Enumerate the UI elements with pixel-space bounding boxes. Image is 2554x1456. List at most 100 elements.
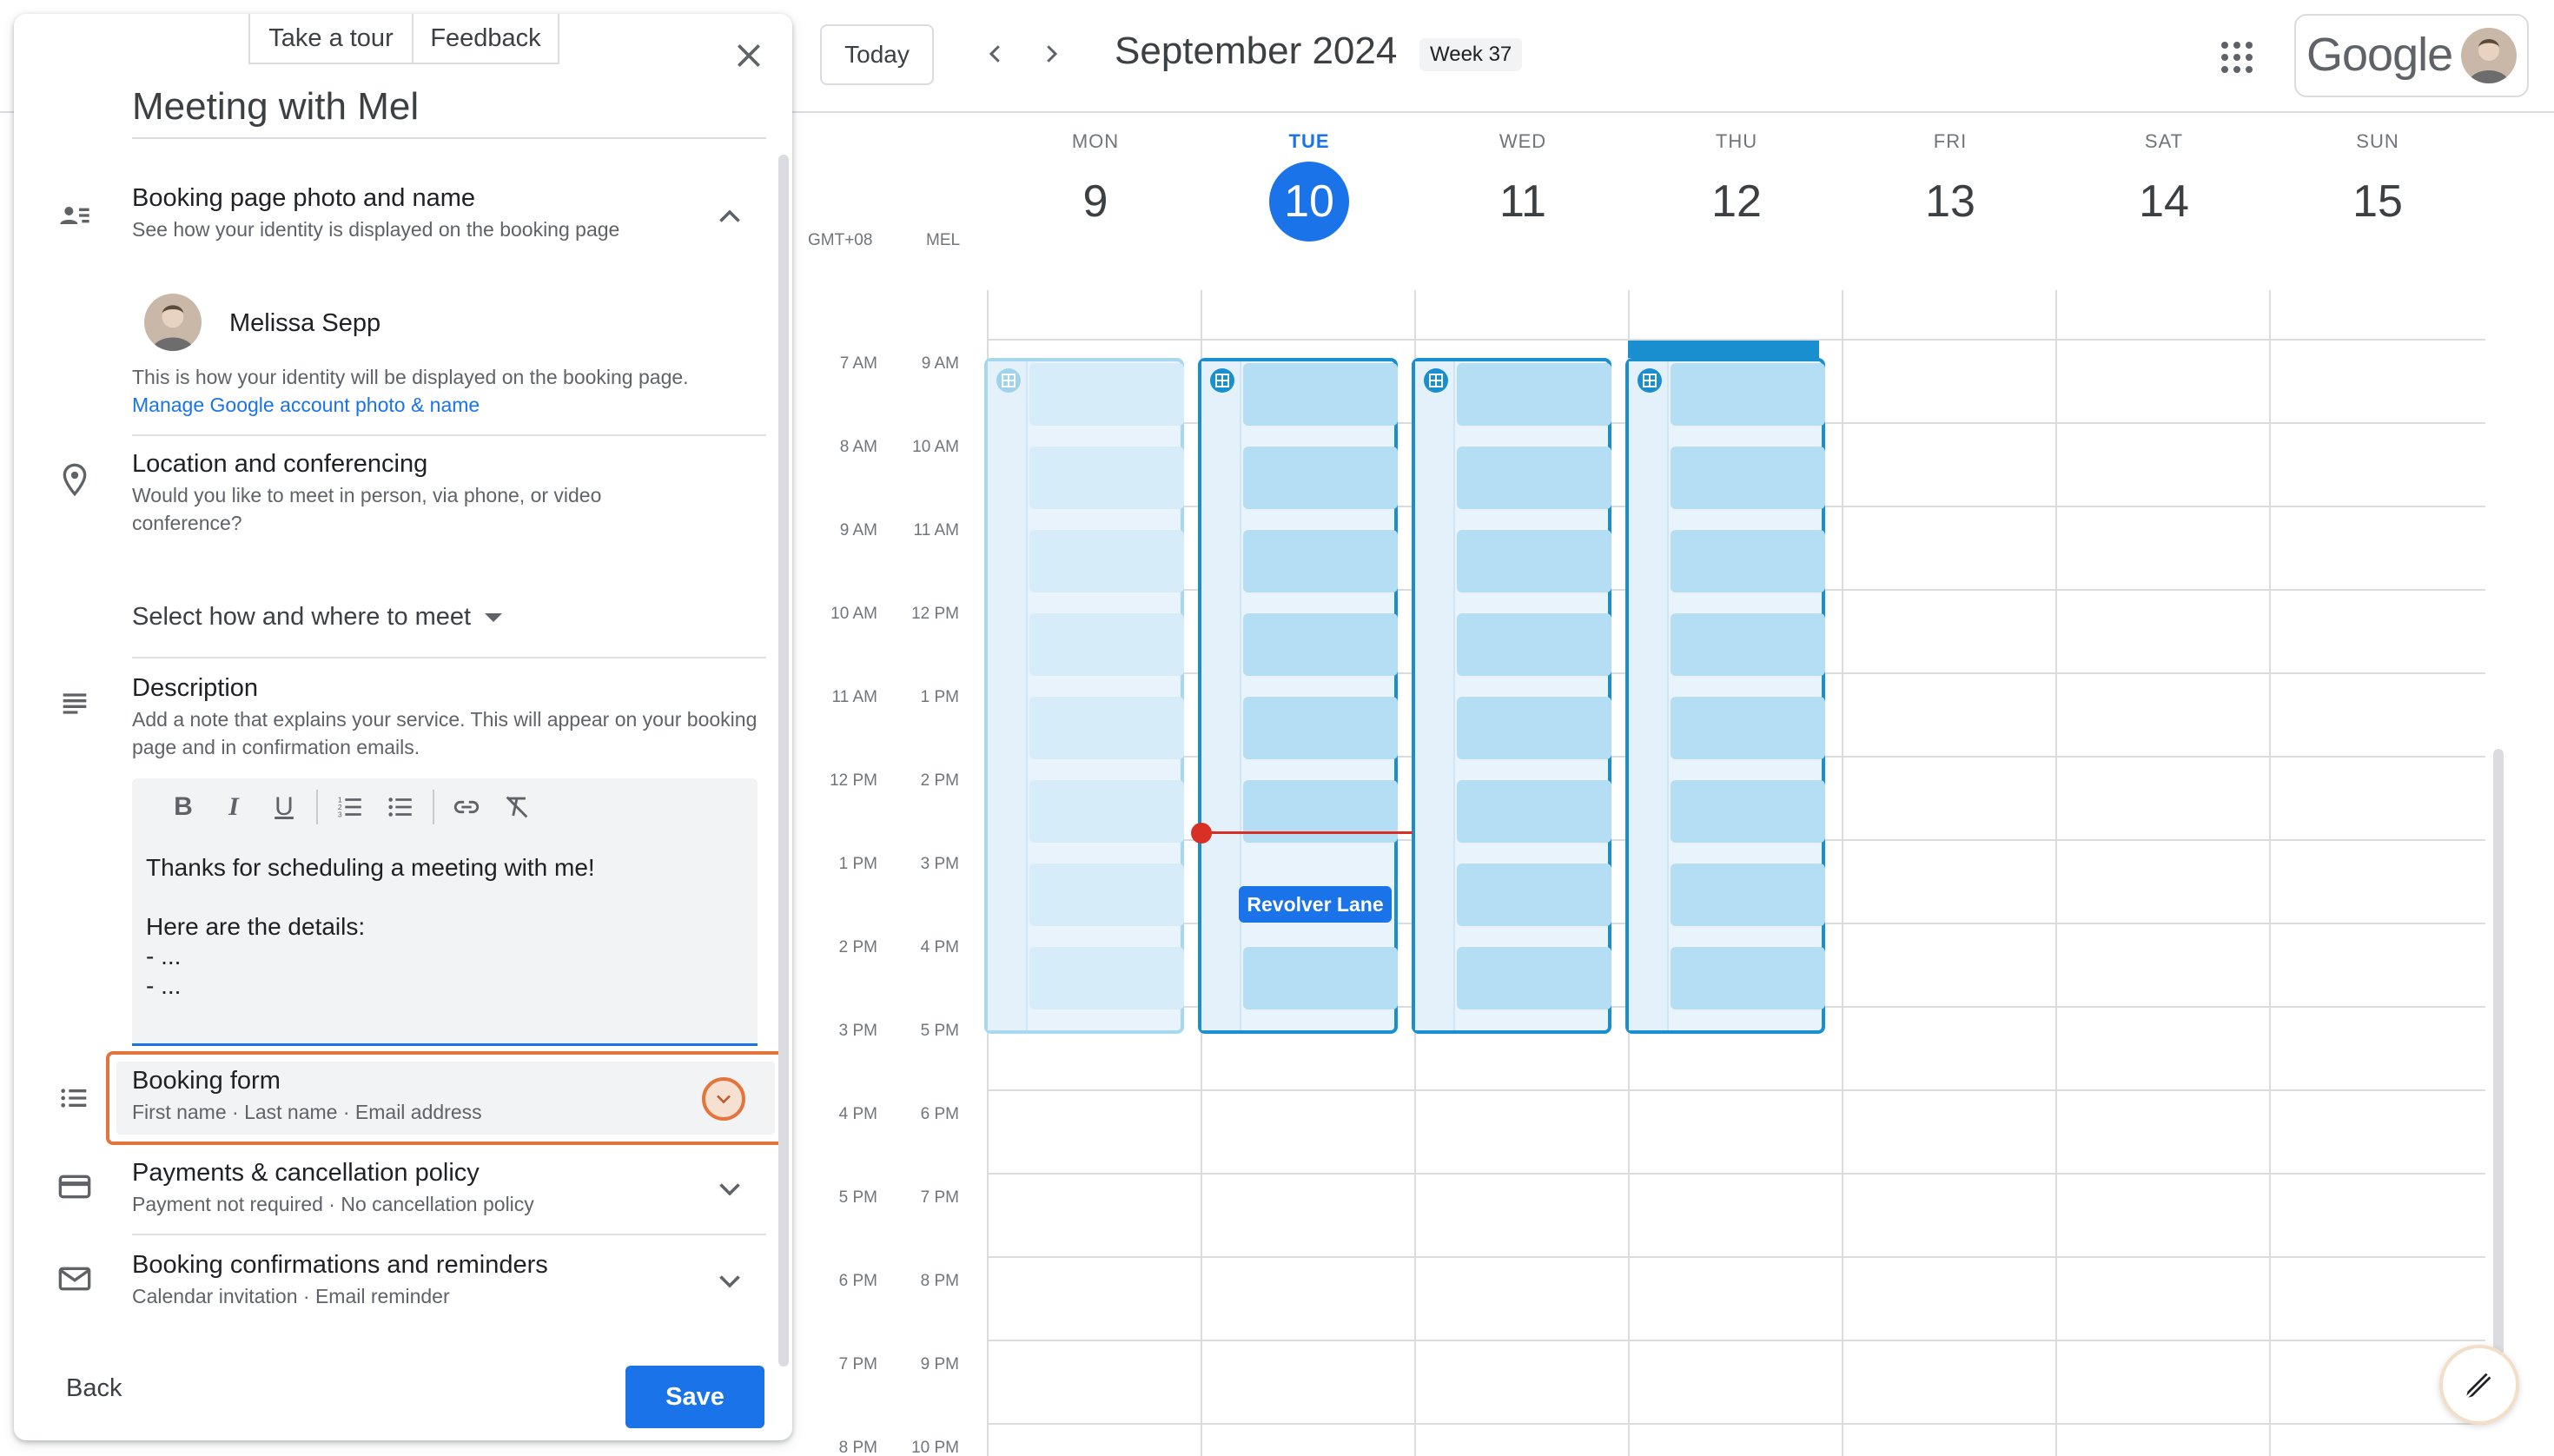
- chevron-up-icon: [719, 209, 740, 222]
- expand-confirmations-section[interactable]: [714, 1265, 745, 1296]
- mail-icon: [57, 1261, 92, 1296]
- expand-payments-section[interactable]: [714, 1173, 745, 1204]
- month-title: September 2024: [1115, 30, 1398, 72]
- time-label-local: 1 PM: [838, 855, 877, 873]
- available-slot[interactable]: [1671, 613, 1825, 676]
- available-slot[interactable]: [1243, 363, 1398, 426]
- close-panel-button[interactable]: [731, 38, 766, 73]
- available-slot[interactable]: [1671, 780, 1825, 843]
- editor-toolbar: B I U 123: [132, 778, 542, 836]
- time-label-mel: 12 PM: [911, 605, 959, 623]
- availability-block-thu[interactable]: [1625, 358, 1825, 1034]
- location-pin-icon: [57, 462, 92, 497]
- day-header-sun[interactable]: SUN 15: [2271, 130, 2485, 242]
- italic-icon[interactable]: I: [208, 785, 259, 829]
- apps-grid-icon[interactable]: [2216, 36, 2258, 78]
- today-button[interactable]: Today: [820, 24, 934, 85]
- description-editor[interactable]: B I U 123 Thanks for scheduling a meetin…: [132, 778, 758, 1046]
- section-title-booking-form: Booking form: [132, 1067, 281, 1095]
- hour-line: [987, 1340, 2485, 1341]
- available-slot[interactable]: [1457, 780, 1611, 843]
- available-slot[interactable]: [1243, 530, 1398, 592]
- time-label-local: 8 PM: [838, 1439, 877, 1456]
- panel-scrollbar[interactable]: [778, 155, 789, 1367]
- section-subtitle-location: Would you like to meet in person, via ph…: [132, 484, 602, 534]
- available-slot[interactable]: [1457, 697, 1611, 759]
- section-subtitle-photo: See how your identity is displayed on th…: [132, 218, 620, 241]
- available-slot[interactable]: [1457, 864, 1611, 926]
- available-slot[interactable]: [1029, 363, 1184, 426]
- bold-icon[interactable]: B: [158, 785, 208, 829]
- description-text[interactable]: Thanks for scheduling a meeting with me!…: [146, 853, 595, 1001]
- availability-block-wed[interactable]: [1412, 358, 1611, 1034]
- available-slot[interactable]: [1243, 447, 1398, 509]
- time-label-local: 11 AM: [831, 688, 877, 706]
- available-slot[interactable]: [1029, 613, 1184, 676]
- save-button[interactable]: Save: [625, 1366, 764, 1428]
- availability-block-mon[interactable]: [984, 358, 1184, 1034]
- dropdown-caret-icon: [485, 612, 503, 622]
- available-slot[interactable]: [1457, 530, 1611, 592]
- available-slot[interactable]: [1243, 613, 1398, 676]
- chevron-down-icon: [719, 1183, 740, 1196]
- calendar-scrollbar[interactable]: [2493, 749, 2504, 1374]
- feedback-button[interactable]: Feedback: [412, 14, 559, 64]
- google-logo: Google: [2306, 29, 2453, 81]
- available-slot[interactable]: [1457, 363, 1611, 426]
- divider: [132, 657, 766, 659]
- available-slot[interactable]: [1029, 780, 1184, 843]
- available-slot[interactable]: [1243, 697, 1398, 759]
- time-label-local: 3 PM: [838, 1022, 877, 1040]
- available-slot[interactable]: [1029, 447, 1184, 509]
- day-header-thu[interactable]: THU 12: [1630, 130, 1843, 242]
- take-a-tour-button[interactable]: Take a tour: [248, 14, 414, 64]
- available-slot[interactable]: [1671, 947, 1825, 1009]
- clear-formatting-icon[interactable]: [492, 785, 542, 829]
- event-revolver-lane[interactable]: Revolver Lane: [1239, 886, 1392, 923]
- available-slot[interactable]: [1029, 697, 1184, 759]
- available-slot[interactable]: [1029, 530, 1184, 592]
- available-slot[interactable]: [1671, 864, 1825, 926]
- day-header-tue[interactable]: TUE 10: [1202, 130, 1416, 242]
- available-slot[interactable]: [1457, 613, 1611, 676]
- day-header-fri[interactable]: FRI 13: [1843, 130, 2057, 242]
- available-slot[interactable]: [1671, 447, 1825, 509]
- location-select[interactable]: Select how and where to meet: [132, 603, 503, 632]
- bulleted-list-icon[interactable]: [375, 785, 426, 829]
- booking-grid-icon: [996, 368, 1021, 393]
- day-header-wed[interactable]: WED 11: [1416, 130, 1630, 242]
- hour-line: [987, 1173, 2485, 1175]
- available-slot[interactable]: [1671, 530, 1825, 592]
- svg-text:3: 3: [338, 810, 342, 818]
- available-slot[interactable]: [1243, 947, 1398, 1009]
- avatar: [144, 294, 202, 351]
- expand-booking-form[interactable]: [702, 1077, 745, 1121]
- assistant-fab[interactable]: [2439, 1345, 2519, 1425]
- numbered-list-icon[interactable]: 123: [325, 785, 375, 829]
- manage-account-link[interactable]: Manage Google account photo & name: [132, 394, 480, 416]
- chevron-left-icon: [989, 45, 1000, 63]
- prev-week-button[interactable]: [975, 33, 1016, 75]
- current-time-dot: [1191, 823, 1212, 844]
- available-slot[interactable]: [1671, 363, 1825, 426]
- section-title-description: Description: [132, 674, 259, 702]
- available-slot[interactable]: [1029, 864, 1184, 926]
- availability-block-tue[interactable]: [1198, 358, 1398, 1034]
- underline-icon[interactable]: U: [259, 785, 309, 829]
- close-icon: [738, 44, 760, 67]
- back-button[interactable]: Back: [66, 1374, 122, 1403]
- link-icon[interactable]: [441, 785, 492, 829]
- available-slot[interactable]: [1457, 447, 1611, 509]
- available-slot[interactable]: [1029, 947, 1184, 1009]
- google-account-button[interactable]: Google: [2294, 14, 2529, 97]
- day-header-mon[interactable]: MON 9: [989, 130, 1202, 242]
- day-header-sat[interactable]: SAT 14: [2057, 130, 2271, 242]
- collapse-photo-section[interactable]: [714, 202, 745, 233]
- next-week-button[interactable]: [1030, 33, 1072, 75]
- available-slot[interactable]: [1457, 947, 1611, 1009]
- appointment-title[interactable]: Meeting with Mel: [132, 85, 766, 139]
- section-title-photo: Booking page photo and name: [132, 184, 476, 212]
- available-slot[interactable]: [1671, 697, 1825, 759]
- booking-grid-icon: [1638, 368, 1662, 393]
- hour-line: [987, 1256, 2485, 1258]
